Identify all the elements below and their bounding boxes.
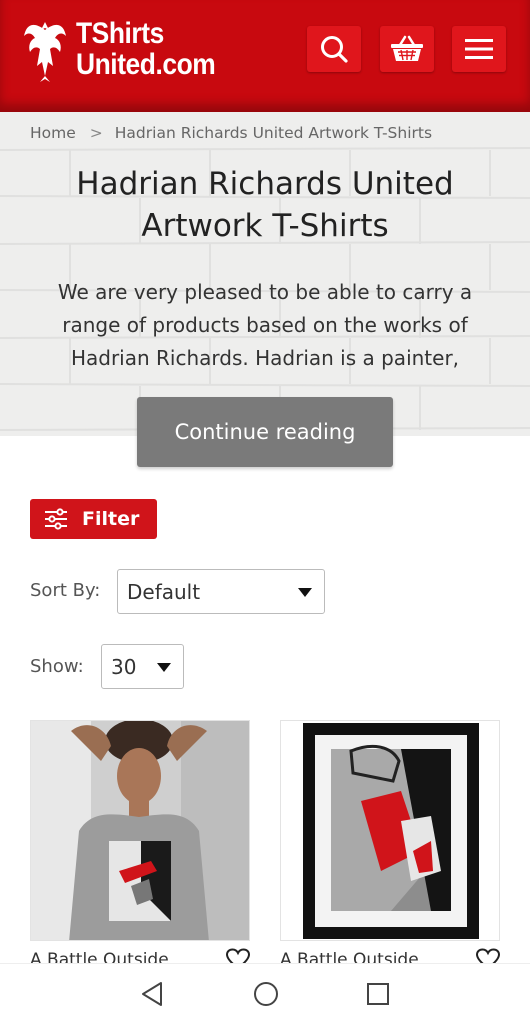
logo-text: TShirts United.com bbox=[76, 17, 216, 81]
search-icon bbox=[321, 36, 348, 63]
menu-icon bbox=[465, 39, 493, 59]
brick-wall-background bbox=[0, 112, 530, 436]
page-title-line-2: Artwork T-Shirts bbox=[141, 208, 389, 244]
breadcrumb: Home > Hadrian Richards United Artwork T-S… bbox=[30, 124, 432, 142]
show-label: Show: bbox=[30, 656, 84, 677]
chevron-right-icon: > bbox=[89, 124, 103, 142]
dropdown-arrow-icon bbox=[298, 587, 312, 597]
recents-square-icon[interactable] bbox=[366, 981, 390, 1007]
filter-label: Filter bbox=[82, 508, 140, 530]
menu-button[interactable] bbox=[452, 26, 506, 72]
framed-print-image bbox=[281, 721, 499, 940]
breadcrumb-current: Hadrian Richards United Artwork T-Shirts bbox=[114, 124, 433, 142]
category-description: We are very pleased to be able to carry … bbox=[57, 280, 473, 370]
sort-select[interactable]: Default bbox=[117, 569, 325, 614]
sliders-icon bbox=[45, 508, 67, 530]
product-image-tshirt[interactable] bbox=[30, 720, 250, 941]
logo-line-2: United.com bbox=[76, 48, 216, 81]
basket-button[interactable] bbox=[380, 26, 434, 72]
dropdown-arrow-icon bbox=[157, 662, 171, 672]
breadcrumb-home-link[interactable]: Home bbox=[30, 124, 76, 142]
basket-icon bbox=[391, 35, 423, 61]
logo-line-1: TShirts bbox=[76, 17, 164, 50]
product-image-framed-print[interactable] bbox=[280, 720, 500, 941]
page-title-line-1: Hadrian Richards United bbox=[76, 166, 454, 202]
home-circle-icon[interactable] bbox=[253, 981, 279, 1007]
site-logo[interactable]: TShirts United.com bbox=[22, 16, 234, 82]
show-per-page-select[interactable]: 30 bbox=[101, 644, 184, 689]
model-wearing-tshirt-image bbox=[31, 721, 249, 940]
page-title: Hadrian Richards United Artwork T-Shirts bbox=[0, 163, 530, 247]
filter-button[interactable]: Filter bbox=[30, 499, 157, 539]
search-button[interactable] bbox=[307, 26, 361, 72]
continue-reading-button[interactable]: Continue reading bbox=[137, 397, 393, 467]
phoenix-logo-icon bbox=[24, 22, 66, 82]
sort-label: Sort By: bbox=[30, 580, 101, 601]
show-value: 30 bbox=[111, 654, 137, 679]
back-triangle-icon[interactable] bbox=[140, 981, 164, 1007]
sort-value: Default bbox=[127, 579, 201, 604]
site-header: TShirts United.com bbox=[0, 0, 530, 112]
category-hero bbox=[0, 112, 530, 436]
system-navigation-bar bbox=[0, 963, 530, 1024]
